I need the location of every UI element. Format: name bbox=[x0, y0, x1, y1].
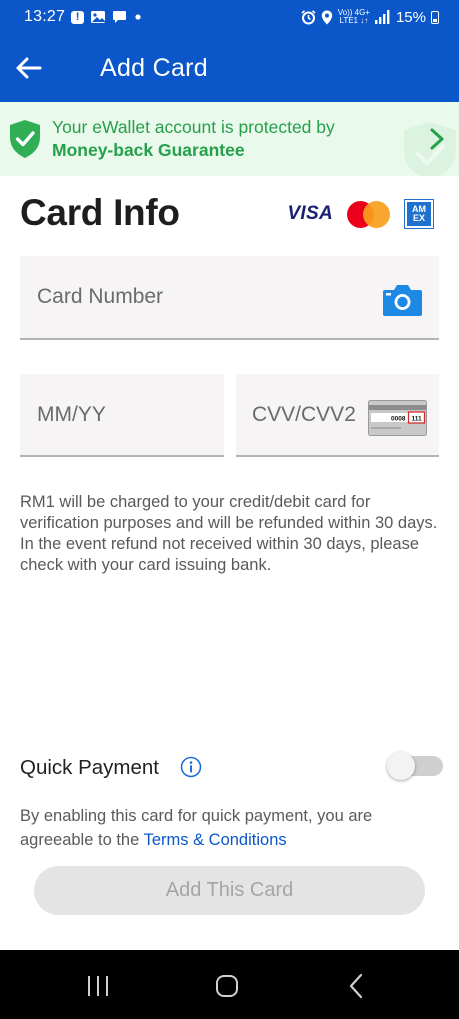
status-time: 13:27 bbox=[24, 8, 66, 25]
chat-notification-icon bbox=[112, 10, 127, 24]
recents-button[interactable] bbox=[78, 972, 118, 1000]
card-info-title: Card Info bbox=[20, 192, 180, 233]
camera-scan-icon[interactable] bbox=[382, 282, 423, 317]
shield-check-icon bbox=[10, 120, 40, 158]
terms-conditions-link[interactable]: Terms & Conditions bbox=[144, 831, 287, 849]
system-navigation-bar bbox=[0, 950, 459, 1019]
banner-line-2: Money-back Guarantee bbox=[52, 140, 245, 160]
alert-notification-icon: ! bbox=[71, 10, 85, 24]
home-icon bbox=[216, 975, 238, 997]
refund-disclaimer: RM1 will be charged to your credit/debit… bbox=[20, 493, 438, 574]
status-bar: 13:27 ! Vo)) 4G+ LTE1 ↓↑ 15% bbox=[0, 0, 459, 34]
system-back-button[interactable] bbox=[336, 972, 376, 1000]
quick-payment-toggle[interactable] bbox=[387, 752, 443, 780]
card-number-field[interactable] bbox=[20, 256, 439, 340]
gallery-notification-icon bbox=[90, 10, 106, 24]
quick-payment-label: Quick Payment bbox=[20, 756, 159, 779]
visa-logo: VISA bbox=[287, 203, 333, 224]
mastercard-logo bbox=[347, 200, 391, 228]
status-left: 13:27 ! bbox=[24, 8, 143, 26]
cvv-field[interactable]: 0008 111 bbox=[236, 374, 439, 457]
more-notifications-dot-icon bbox=[133, 12, 143, 22]
card-number-input[interactable] bbox=[20, 285, 439, 309]
toggle-knob bbox=[387, 752, 415, 780]
status-right: Vo)) 4G+ LTE1 ↓↑ 15% bbox=[301, 9, 439, 26]
battery-icon bbox=[431, 10, 439, 24]
add-this-card-button[interactable]: Add This Card bbox=[34, 866, 425, 915]
battery-percent: 15% bbox=[395, 8, 426, 26]
recents-icon bbox=[88, 976, 108, 996]
alarm-icon bbox=[301, 9, 316, 25]
chevron-left-icon bbox=[349, 973, 363, 999]
cvv-hint-code: 111 bbox=[412, 415, 423, 422]
app-bar: Add Card bbox=[0, 34, 459, 102]
quick-payment-description: By enabling this card for quick payment,… bbox=[20, 804, 440, 852]
info-icon[interactable] bbox=[180, 756, 202, 778]
money-back-guarantee-banner[interactable]: Your eWallet account is protected by Mon… bbox=[0, 102, 459, 176]
home-button[interactable] bbox=[207, 972, 247, 1000]
card-back-cvv-icon: 0008 111 bbox=[368, 400, 427, 436]
signal-strength-icon bbox=[374, 10, 391, 24]
banner-line-1: Your eWallet account is protected by bbox=[52, 117, 335, 137]
chevron-right-icon[interactable] bbox=[425, 124, 449, 154]
expiry-input[interactable] bbox=[20, 402, 224, 427]
accepted-card-brands: VISA AM EX bbox=[287, 200, 433, 228]
back-button[interactable] bbox=[0, 34, 58, 102]
network-type-label: Vo)) 4G+ LTE1 ↓↑ bbox=[338, 9, 370, 25]
arrow-left-icon bbox=[16, 57, 42, 79]
banner-text: Your eWallet account is protected by Mon… bbox=[52, 116, 335, 162]
page-title: Add Card bbox=[100, 53, 209, 82]
location-icon bbox=[321, 10, 333, 25]
amex-logo: AM EX bbox=[405, 200, 433, 228]
network-bottom-label: LTE1 ↓↑ bbox=[339, 16, 369, 25]
expiry-field[interactable] bbox=[20, 374, 224, 457]
cvv-hint-digits: 0008 bbox=[391, 415, 406, 422]
mastercard-orange-circle bbox=[363, 201, 390, 228]
